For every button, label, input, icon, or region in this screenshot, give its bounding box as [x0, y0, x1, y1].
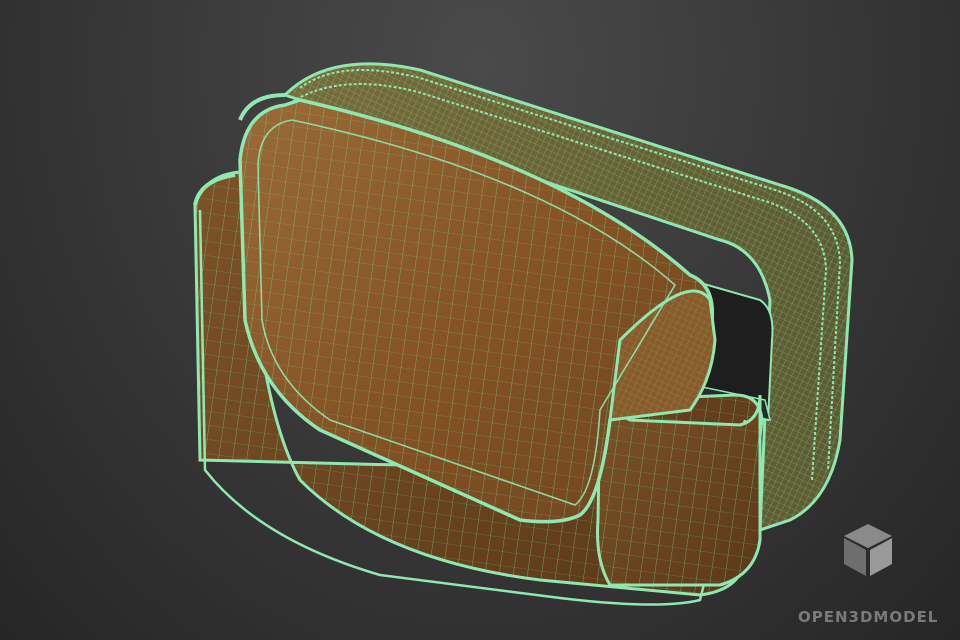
watermark: OPEN3DMODEL	[798, 516, 938, 626]
watermark-text: OPEN3DMODEL	[798, 608, 939, 626]
cube-icon	[844, 524, 892, 576]
side-pocket	[596, 390, 762, 587]
